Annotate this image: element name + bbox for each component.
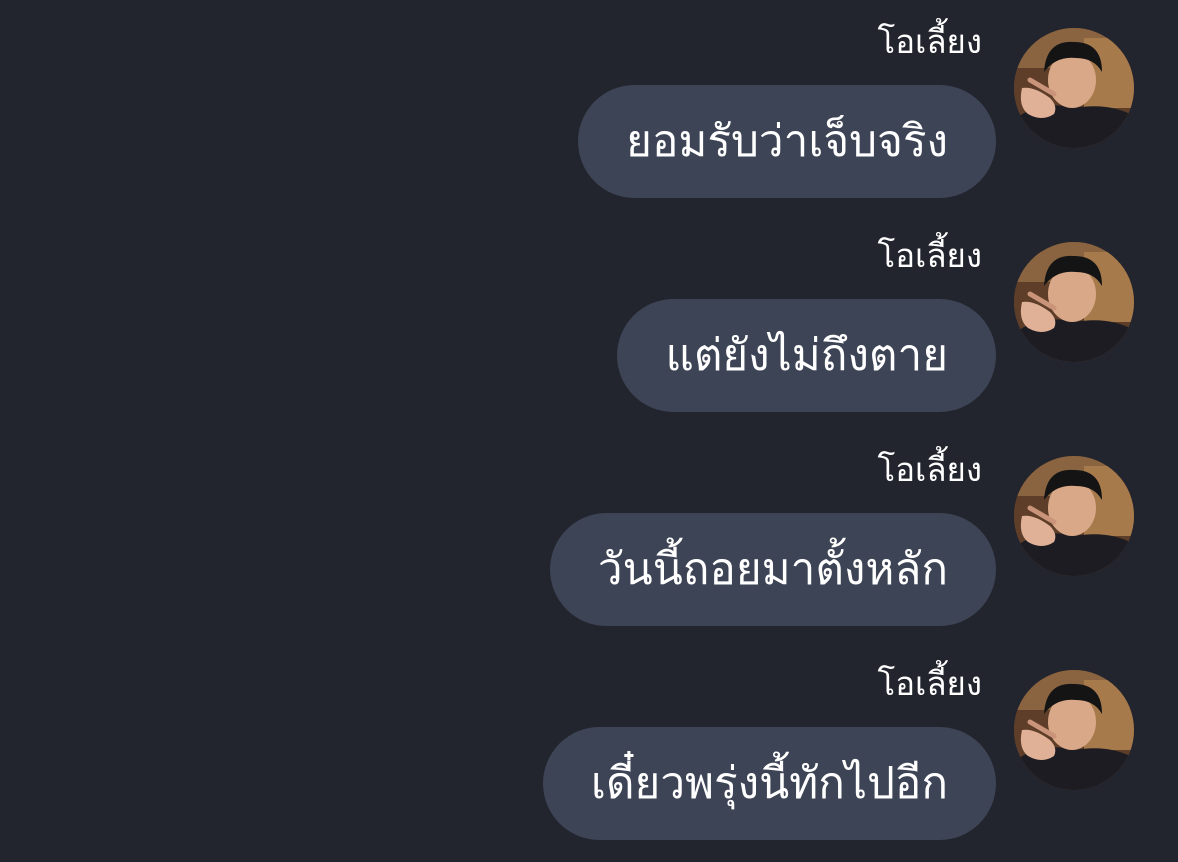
sender-name: โอเลี้ยง [877, 236, 983, 275]
sender-name: โอเลี้ยง [877, 664, 983, 703]
message-bubble[interactable]: เดี๋ยวพรุ่งนี้ทักไปอีก [542, 727, 996, 840]
avatar[interactable] [1014, 242, 1134, 362]
message-bubble[interactable]: วันนี้ถอยมาตั้งหลัก [549, 513, 996, 626]
message-bubble[interactable]: ยอมรับว่าเจ็บจริง [578, 85, 996, 198]
sender-name: โอเลี้ยง [877, 450, 983, 489]
avatar[interactable] [1014, 670, 1134, 790]
profile-photo-icon [1014, 456, 1134, 576]
avatar[interactable] [1014, 456, 1134, 576]
message-bubble[interactable]: แต่ยังไม่ถึงตาย [617, 299, 996, 412]
chat-message: โอเลี้ยง วันนี้ถอยมาตั้งหลัก [0, 428, 1178, 642]
profile-photo-icon [1014, 670, 1134, 790]
chat-message: โอเลี้ยง แต่ยังไม่ถึงตาย [0, 214, 1178, 428]
chat-message: โอเลี้ยง เดี๋ยวพรุ่งนี้ทักไปอีก [0, 642, 1178, 856]
profile-photo-icon [1014, 28, 1134, 148]
profile-photo-icon [1014, 242, 1134, 362]
avatar[interactable] [1014, 28, 1134, 148]
chat-message: โอเลี้ยง ยอมรับว่าเจ็บจริง [0, 0, 1178, 214]
chat-thread: โอเลี้ยง ยอมรับว่าเจ็บจริง โอเลี้ยง แต่ย… [0, 0, 1178, 862]
sender-name: โอเลี้ยง [877, 22, 983, 61]
